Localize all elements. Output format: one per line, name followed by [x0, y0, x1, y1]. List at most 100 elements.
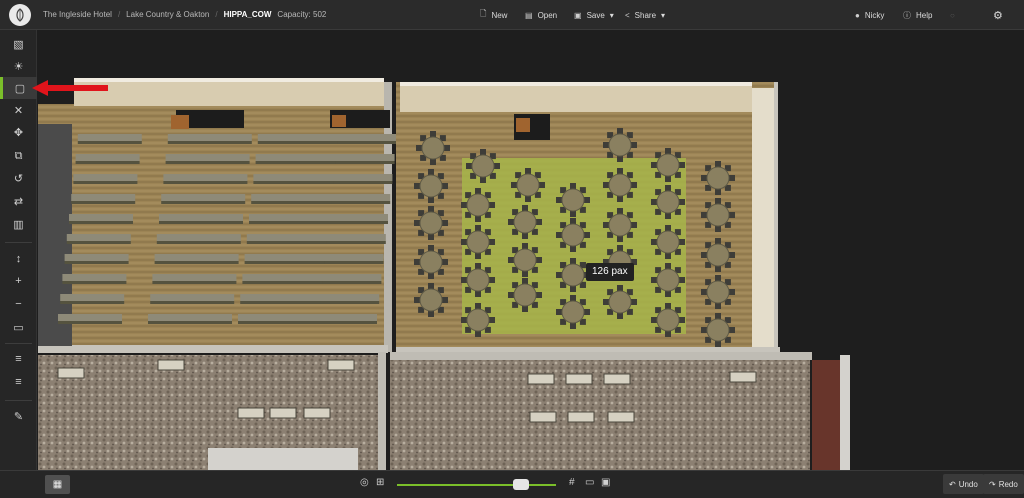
cocktail-table[interactable] — [567, 411, 595, 423]
round-table[interactable] — [416, 131, 450, 165]
breadcrumb-venue[interactable]: The Ingleside Hotel — [43, 10, 112, 19]
grid-view-icon[interactable]: ⊞ — [376, 477, 384, 488]
cocktail-table[interactable] — [565, 373, 593, 385]
chair-row[interactable] — [167, 134, 252, 141]
chair-row[interactable] — [238, 314, 322, 321]
chair-row[interactable] — [156, 234, 241, 241]
user-menu[interactable]: ● Nicky — [855, 0, 884, 30]
chair-row[interactable] — [161, 194, 246, 201]
breadcrumb-layout[interactable]: HIPPA_COW — [224, 10, 272, 19]
chair-row[interactable] — [66, 234, 131, 241]
chair-row[interactable] — [77, 134, 142, 141]
round-table[interactable] — [651, 225, 685, 259]
round-table[interactable] — [603, 285, 637, 319]
round-table[interactable] — [701, 313, 735, 347]
delete-selection-button[interactable]: ✕ — [0, 99, 37, 121]
chair-row[interactable] — [150, 294, 235, 301]
brand-logo[interactable] — [9, 3, 31, 26]
chair-row[interactable] — [242, 274, 327, 281]
round-table[interactable] — [466, 149, 500, 183]
zoom-in-button[interactable]: + — [0, 270, 37, 292]
round-table[interactable] — [556, 258, 590, 292]
round-table[interactable] — [461, 188, 495, 222]
redo-button[interactable]: ↷ Redo — [983, 474, 1024, 494]
align-bottom-button[interactable]: ≡ — [0, 371, 37, 393]
zoom-slider-handle[interactable] — [513, 479, 530, 490]
chair-row[interactable] — [240, 294, 325, 301]
edit-button[interactable]: ✎ — [0, 405, 37, 427]
round-table[interactable] — [414, 245, 448, 279]
chair-row[interactable] — [163, 174, 248, 181]
round-table[interactable] — [556, 218, 590, 252]
open-button[interactable]: ▤ Open — [525, 0, 557, 30]
round-table[interactable] — [508, 278, 542, 312]
round-table[interactable] — [701, 275, 735, 309]
hash-icon[interactable]: # — [569, 477, 575, 488]
round-table[interactable] — [414, 283, 448, 317]
cocktail-table[interactable] — [237, 407, 265, 419]
new-button[interactable]: 🗋 New — [480, 0, 507, 30]
zoom-out-button[interactable]: − — [0, 293, 37, 315]
help-button[interactable]: ⓘ Help — [903, 0, 932, 30]
round-table[interactable] — [603, 208, 637, 242]
chair-row[interactable] — [333, 174, 393, 181]
cocktail-table[interactable] — [527, 373, 555, 385]
chair-row[interactable] — [322, 274, 382, 281]
chair-row[interactable] — [152, 274, 237, 281]
floorplan-canvas[interactable]: 126 pax — [38, 30, 1024, 470]
floorplan-3d-view[interactable] — [38, 30, 1024, 470]
cocktail-table[interactable] — [269, 407, 297, 419]
round-table[interactable] — [603, 168, 637, 202]
view-3d-button[interactable]: ▧ — [0, 33, 37, 55]
map-view-button[interactable]: ▦ — [45, 475, 70, 494]
chair-row[interactable] — [326, 234, 386, 241]
undo-button[interactable]: ↶ Undo — [943, 474, 984, 494]
round-table[interactable] — [511, 168, 545, 202]
round-table[interactable] — [556, 295, 590, 329]
cocktail-table[interactable] — [529, 411, 557, 423]
cocktail-table[interactable] — [607, 411, 635, 423]
chair-row[interactable] — [246, 234, 331, 241]
lighting-button[interactable]: ☀ — [0, 55, 37, 77]
cocktail-table[interactable] — [327, 359, 355, 371]
round-table[interactable] — [701, 198, 735, 232]
settings-button[interactable]: ⚙ — [993, 0, 1003, 30]
chair-row[interactable] — [318, 314, 377, 321]
round-table[interactable] — [461, 263, 495, 297]
round-table[interactable] — [651, 148, 685, 182]
ruler-icon[interactable]: ▭ — [585, 477, 594, 488]
chair-row[interactable] — [60, 294, 125, 301]
round-table[interactable] — [556, 183, 590, 217]
save-menu[interactable]: ▣ Save ▾ — [574, 0, 614, 30]
cocktail-table[interactable] — [603, 373, 631, 385]
measure-button[interactable]: ▭ — [0, 316, 37, 338]
chair-row[interactable] — [73, 174, 138, 181]
trash-button[interactable]: ▥ — [0, 213, 37, 235]
swap-button[interactable]: ⇄ — [0, 190, 37, 212]
round-table[interactable] — [414, 206, 448, 240]
height-button[interactable]: ↕ — [0, 248, 37, 270]
chair-row[interactable] — [249, 214, 333, 221]
chair-row[interactable] — [244, 254, 329, 261]
chair-row[interactable] — [64, 254, 129, 261]
chair-row[interactable] — [71, 194, 136, 201]
chair-row[interactable] — [154, 254, 239, 261]
chair-row[interactable] — [320, 294, 380, 301]
chair-row[interactable] — [165, 154, 250, 161]
cocktail-table[interactable] — [729, 371, 757, 383]
chair-row[interactable] — [257, 134, 342, 141]
tips-button[interactable]: ○ — [950, 0, 955, 30]
cocktail-table[interactable] — [157, 359, 185, 371]
round-table[interactable] — [414, 169, 448, 203]
chair-row[interactable] — [337, 134, 397, 141]
duplicate-button[interactable]: ⧉ — [0, 145, 37, 167]
chair-row[interactable] — [62, 274, 127, 281]
breadcrumb-room[interactable]: Lake Country & Oakton — [126, 10, 209, 19]
chair-row[interactable] — [329, 214, 388, 221]
chair-row[interactable] — [324, 254, 384, 261]
align-top-button[interactable]: ≡ — [0, 348, 37, 370]
move-button[interactable]: ✥ — [0, 121, 37, 143]
chair-row[interactable] — [148, 314, 232, 321]
round-table[interactable] — [461, 303, 495, 337]
round-table[interactable] — [461, 225, 495, 259]
